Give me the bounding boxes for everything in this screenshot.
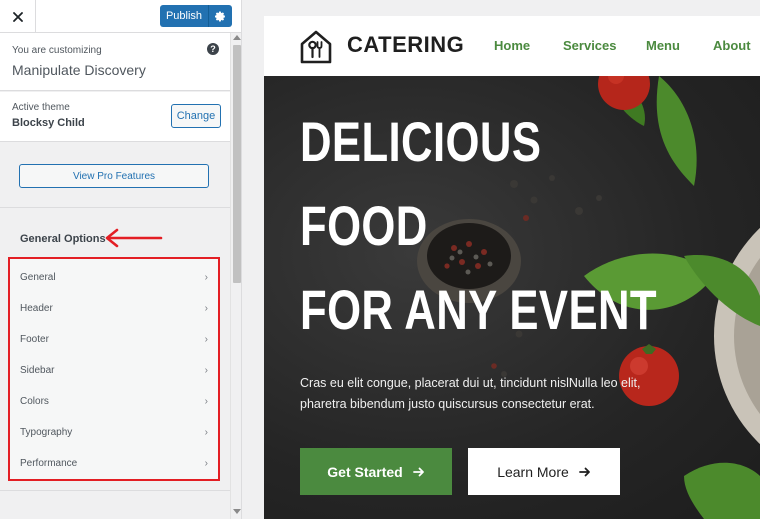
option-performance[interactable]: Performance › [10, 448, 218, 479]
change-theme-button[interactable]: Change [171, 104, 221, 128]
view-pro-features-button[interactable]: View Pro Features [19, 164, 209, 188]
learn-more-label: Learn More [497, 463, 569, 480]
nav-home[interactable]: Home [494, 38, 530, 53]
option-header[interactable]: Header › [10, 293, 218, 324]
theme-name: Blocksy Child [12, 117, 85, 129]
active-theme-panel: Active theme Blocksy Child Change [0, 92, 230, 142]
publish-button[interactable]: Publish [160, 5, 208, 27]
annotation-arrow-icon [105, 228, 163, 248]
sidebar-scrollbar[interactable] [230, 33, 241, 519]
option-label: General [20, 272, 56, 283]
nav-services[interactable]: Services [563, 38, 617, 53]
scroll-down-icon[interactable] [233, 509, 241, 514]
site-header: CATERING Home Services Menu About [264, 16, 760, 76]
general-options-heading: General Options [20, 233, 106, 245]
hero-title-line-2: FOOD [300, 194, 428, 257]
option-label: Colors [20, 396, 49, 407]
next-section-edge [0, 490, 230, 519]
general-options-list: General › Header › Footer › Sidebar › Co… [8, 257, 220, 481]
option-typography[interactable]: Typography › [10, 417, 218, 448]
option-general[interactable]: General › [10, 262, 218, 293]
publish-group: Publish [160, 5, 232, 27]
catering-logo-icon[interactable] [299, 29, 333, 65]
chevron-right-icon: › [204, 427, 208, 438]
site-preview: CATERING Home Services Menu About DELICI… [264, 16, 760, 519]
site-title: Manipulate Discovery [12, 62, 146, 78]
scroll-thumb[interactable] [233, 45, 241, 283]
customizer-sidebar: Publish You are customizing Manipulate D… [0, 0, 242, 519]
get-started-label: Get Started [327, 463, 403, 480]
option-label: Header [20, 303, 53, 314]
hero-section: DELICIOUS FOOD FOR ANY EVENT Cras eu eli… [264, 76, 760, 519]
option-label: Performance [20, 458, 78, 469]
close-button[interactable] [0, 0, 36, 33]
publish-settings-button[interactable] [208, 5, 232, 27]
chevron-right-icon: › [204, 396, 208, 407]
nav-about[interactable]: About [713, 38, 751, 53]
customizing-label: You are customizing [12, 45, 102, 56]
svg-text:?: ? [210, 44, 216, 54]
option-footer[interactable]: Footer › [10, 324, 218, 355]
close-icon [12, 11, 23, 22]
chevron-right-icon: › [204, 334, 208, 345]
nav-menu[interactable]: Menu [646, 38, 680, 53]
option-label: Typography [20, 427, 73, 438]
customizer-header: Publish [0, 0, 241, 33]
option-colors[interactable]: Colors › [10, 386, 218, 417]
get-started-button[interactable]: Get Started [300, 448, 452, 495]
learn-more-button[interactable]: Learn More [468, 448, 620, 495]
hero-title-line-1: DELICIOUS [300, 110, 542, 173]
chevron-right-icon: › [204, 272, 208, 283]
chevron-right-icon: › [204, 303, 208, 314]
option-label: Sidebar [20, 365, 55, 376]
option-sidebar[interactable]: Sidebar › [10, 355, 218, 386]
scroll-up-icon[interactable] [233, 35, 241, 40]
hero-title-line-3: FOR ANY EVENT [300, 278, 657, 341]
chevron-right-icon: › [204, 458, 208, 469]
customizing-info: You are customizing Manipulate Discovery… [0, 33, 230, 91]
option-label: Footer [20, 334, 49, 345]
pro-features-area: View Pro Features [0, 143, 230, 208]
arrow-right-icon [412, 467, 424, 476]
hero-description: Cras eu elit congue, placerat dui ut, ti… [300, 376, 641, 411]
chevron-right-icon: › [204, 365, 208, 376]
arrow-right-icon [578, 467, 590, 476]
help-icon[interactable]: ? [207, 43, 219, 55]
active-theme-label: Active theme [12, 102, 70, 113]
gear-icon [215, 11, 225, 21]
logo-text[interactable]: CATERING [347, 32, 464, 58]
